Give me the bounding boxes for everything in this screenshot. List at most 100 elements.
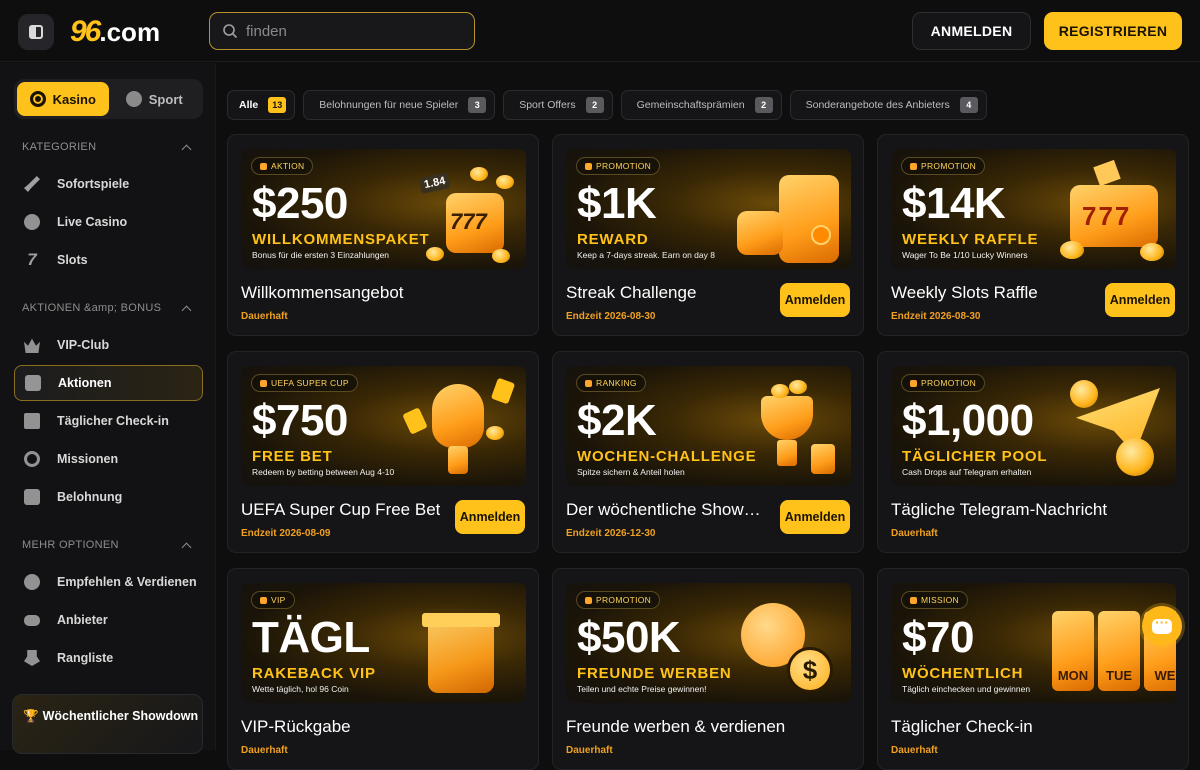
promo-subtitle: RAKEBACK VIP — [252, 665, 376, 682]
coin-icon — [24, 574, 40, 590]
promo-banner: PROMOTION $1K REWARD Keep a 7-days strea… — [566, 149, 851, 269]
tag-icon — [910, 379, 917, 387]
join-button[interactable]: Anmelden — [780, 500, 850, 534]
login-button[interactable]: ANMELDEN — [912, 12, 1031, 50]
sidebar-item-leaderboard[interactable]: Rangliste — [14, 640, 203, 676]
promo-banner: PROMOTION $50K FREUNDE WERBEN Teilen und… — [566, 583, 851, 703]
register-button[interactable]: REGISTRIEREN — [1044, 12, 1182, 50]
promo-banner: MISSION $70 WÖCHENTLICH Täglich eincheck… — [891, 583, 1176, 703]
cup-stem — [777, 440, 797, 466]
sidebar-item-vip-club[interactable]: VIP-Club — [14, 327, 203, 363]
calendar-icon — [24, 413, 40, 429]
join-button[interactable]: Anmelden — [1105, 283, 1175, 317]
section-header-categories[interactable]: KATEGORIEN — [22, 141, 194, 154]
live-chat-button[interactable] — [1142, 606, 1182, 646]
filter-chip-community[interactable]: Gemeinschaftsprämien 2 — [620, 90, 782, 120]
coin-icon — [470, 167, 488, 181]
search-box — [209, 12, 475, 50]
promo-meta: Endzeit 2026-12-30 — [566, 528, 656, 539]
refer-friend-art: $ — [731, 597, 841, 697]
promo-tag: VIP — [251, 591, 295, 609]
filter-chip-all[interactable]: Alle 13 — [227, 90, 296, 120]
promo-card[interactable]: PROMOTION $14K WEEKLY RAFFLE Wager To Be… — [877, 134, 1189, 336]
section-title: KATEGORIEN — [22, 141, 97, 153]
sidebar-item-slots[interactable]: 7 Slots — [14, 242, 203, 278]
promo-tag-label: PROMOTION — [921, 378, 977, 388]
promo-tag-label: MISSION — [921, 595, 959, 605]
sidebar-item-live-casino[interactable]: Live Casino — [14, 204, 203, 240]
sidebar-item-missions[interactable]: Missionen — [14, 441, 203, 477]
promo-tag: RANKING — [576, 374, 646, 392]
promo-card[interactable]: VIP TÄGL RAKEBACK VIP Wette täglich, hol… — [227, 568, 539, 770]
promo-amount: $14K — [902, 179, 1006, 228]
promo-meta: Endzeit 2026-08-30 — [566, 311, 656, 322]
promo-title: VIP-Rückgabe — [241, 717, 351, 736]
promo-tag-label: PROMOTION — [596, 595, 652, 605]
sidebar-item-daily-checkin[interactable]: Täglicher Check-in — [14, 403, 203, 439]
logo-number: 96 — [70, 15, 101, 48]
filter-chip-count: 13 — [268, 97, 287, 113]
mode-sport-tab[interactable]: Sport — [109, 82, 201, 116]
promo-tag-label: PROMOTION — [921, 161, 977, 171]
promotions-area: Alle 13 Belohnungen für neue Spieler 3 Spo… — [217, 63, 1200, 770]
search-icon — [223, 24, 238, 39]
trophy-stem — [448, 446, 468, 474]
promo-description: Täglich einchecken und gewinnen — [902, 684, 1031, 694]
gift-icon — [737, 211, 783, 255]
filter-chip-provider-offers[interactable]: Sonderangebote des Anbieters 4 — [789, 90, 987, 120]
sidebar-item-providers[interactable]: Anbieter — [14, 602, 203, 638]
sidebar-item-label: Live Casino — [57, 215, 128, 229]
promo-card[interactable]: RANKING $2K WOCHEN-CHALLENGE Spitze sich… — [552, 351, 864, 553]
promo-title: Freunde werben & verdienen — [566, 717, 786, 736]
showdown-widget[interactable]: 🏆 Wöchentlicher Showdown — [12, 694, 203, 754]
coin-icon — [426, 247, 444, 261]
promo-card[interactable]: PROMOTION $50K FREUNDE WERBEN Teilen und… — [552, 568, 864, 770]
promo-subtitle: WÖCHENTLICH — [902, 665, 1024, 682]
join-button[interactable]: Anmelden — [780, 283, 850, 317]
promo-card[interactable]: AKTION $250 WILLKOMMENSPAKET Bonus für d… — [227, 134, 539, 336]
promo-tag: PROMOTION — [576, 591, 661, 609]
sidebar-toggle-button[interactable] — [18, 14, 54, 50]
mode-switch: Kasino Sport — [14, 79, 203, 119]
promo-card[interactable]: PROMOTION $1K REWARD Keep a 7-days strea… — [552, 134, 864, 336]
filter-chip-sport-offers[interactable]: Sport Offers 2 — [503, 90, 613, 120]
promo-description: Wette täglich, hol 96 Coin — [252, 684, 349, 694]
search-input[interactable] — [246, 22, 466, 40]
promo-meta: Dauerhaft — [241, 745, 288, 756]
tag-icon — [910, 162, 917, 170]
slot-reels: 777 — [450, 209, 487, 234]
sidebar-item-label: Belohnung — [57, 490, 123, 504]
promo-amount: $1K — [577, 179, 657, 228]
logo[interactable]: 96 .com — [70, 14, 160, 50]
promo-banner: AKTION $250 WILLKOMMENSPAKET Bonus für d… — [241, 149, 526, 269]
calendar-icon — [779, 175, 839, 263]
promo-card[interactable]: UEFA SUPER CUP $750 FREE BET Redeem by b… — [227, 351, 539, 553]
promo-tag: UEFA SUPER CUP — [251, 374, 358, 392]
section-title: MEHR OPTIONEN — [22, 539, 119, 551]
cup-coins-art — [731, 380, 841, 480]
sidebar-item-rewards[interactable]: Belohnung — [14, 479, 203, 515]
chevron-up-icon — [181, 542, 192, 552]
trophy-icon: 🏆 — [23, 709, 39, 723]
live-chip-icon — [24, 214, 40, 230]
sidebar-item-refer-earn[interactable]: Empfehlen & Verdienen — [14, 564, 203, 600]
join-button[interactable]: Anmelden — [455, 500, 525, 534]
filter-chip-new-players[interactable]: Belohnungen für neue Spieler 3 — [303, 90, 496, 120]
coin-icon — [771, 384, 789, 398]
coin-stack-icon — [811, 444, 835, 474]
promo-subtitle: WOCHEN-CHALLENGE — [577, 448, 757, 465]
tag-icon — [260, 596, 267, 604]
promo-tag-label: RANKING — [596, 378, 637, 388]
sidebar-item-promotions[interactable]: Aktionen — [14, 365, 203, 401]
sidebar-item-instant-games[interactable]: Sofortspiele — [14, 166, 203, 202]
gift-box-art — [406, 597, 516, 697]
promo-title: Tägliche Telegram-Nachricht — [891, 500, 1108, 519]
filter-chip-label: Sport Offers — [519, 99, 576, 111]
section-header-promotions[interactable]: AKTIONEN &amp; BONUS — [22, 302, 194, 315]
section-header-more[interactable]: MEHR OPTIONEN — [22, 539, 194, 552]
rocket-icon — [24, 176, 40, 192]
promo-card[interactable]: MISSION $70 WÖCHENTLICH Täglich eincheck… — [877, 568, 1189, 770]
mode-casino-tab[interactable]: Kasino — [17, 82, 109, 116]
coin-icon — [486, 426, 504, 440]
promo-card[interactable]: PROMOTION $1,000 TÄGLICHER POOL Cash Dro… — [877, 351, 1189, 553]
